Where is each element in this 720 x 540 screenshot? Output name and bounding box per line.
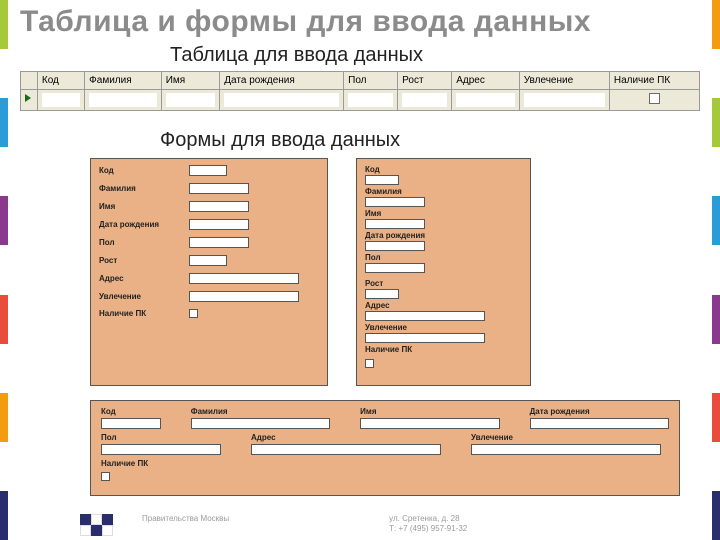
field-familia[interactable] (189, 183, 249, 194)
checkbox-pk-form-w[interactable] (101, 472, 110, 481)
label-adres: Адрес (99, 274, 189, 283)
table-header-row: Код Фамилия Имя Дата рождения Пол Рост А… (21, 71, 700, 89)
field-imya[interactable] (189, 201, 249, 212)
field-rost[interactable] (189, 255, 227, 266)
label-adres-w: Адрес (251, 433, 441, 442)
label-uvlechenie-b: Увлечение (365, 323, 522, 332)
input-rost[interactable] (402, 93, 447, 107)
col-pol: Пол (344, 71, 398, 89)
label-rost: Рост (99, 256, 189, 265)
checkbox-pk-form-a[interactable] (189, 309, 198, 318)
input-imya[interactable] (166, 93, 216, 107)
slide-footer: Правительства Москвы ул. Сретенка, д. 28… (80, 514, 680, 536)
col-kod: Код (37, 71, 84, 89)
label-pk-b: Наличие ПК (365, 345, 522, 354)
field-uvlechenie[interactable] (189, 291, 299, 302)
label-pol-b: Пол (365, 253, 522, 262)
col-uvlechenie: Увлечение (519, 71, 609, 89)
label-data: Дата рождения (99, 220, 189, 229)
input-familia[interactable] (89, 93, 157, 107)
checkbox-pk-form-b[interactable] (365, 359, 374, 368)
forms-section-heading: Формы для ввода данных (160, 129, 700, 152)
label-familia-w: Фамилия (191, 407, 330, 416)
label-uvlechenie: Увлечение (99, 292, 189, 301)
form-tabular: Код Фамилия Имя Дата рождения Пол Адрес … (90, 400, 680, 496)
label-kod: Код (99, 166, 189, 175)
label-data-w: Дата рождения (530, 407, 669, 416)
label-adres-b: Адрес (365, 301, 522, 310)
field-adres[interactable] (189, 273, 299, 284)
data-entry-table: Код Фамилия Имя Дата рождения Пол Рост А… (20, 71, 700, 111)
input-data[interactable] (224, 93, 339, 107)
field-pol[interactable] (189, 237, 249, 248)
label-imya-b: Имя (365, 209, 522, 218)
field-uvlechenie-b[interactable] (365, 333, 485, 343)
field-kod-b[interactable] (365, 175, 399, 185)
label-kod-b: Код (365, 165, 522, 174)
logo-icon (80, 514, 128, 536)
field-uvlechenie-w[interactable] (471, 444, 661, 455)
row-selector-icon[interactable] (21, 89, 38, 110)
table-row[interactable] (21, 89, 700, 110)
field-data-w[interactable] (530, 418, 669, 429)
col-pk: Наличие ПК (609, 71, 699, 89)
page-title: Таблица и формы для ввода данных (20, 6, 700, 38)
label-kod-w: Код (101, 407, 161, 416)
label-familia: Фамилия (99, 184, 189, 193)
field-adres-b[interactable] (365, 311, 485, 321)
label-imya: Имя (99, 202, 189, 211)
label-data-b: Дата рождения (365, 231, 522, 240)
footer-addr: ул. Сретенка, д. 28 (389, 514, 467, 524)
col-adres: Адрес (452, 71, 520, 89)
form-columnar: Код Фамилия Имя Дата рождения Пол Рост А… (90, 158, 328, 386)
field-imya-w[interactable] (360, 418, 499, 429)
label-pk-w: Наличие ПК (101, 459, 148, 468)
label-pk: Наличие ПК (99, 309, 189, 318)
field-rost-b[interactable] (365, 289, 399, 299)
field-kod-w[interactable] (101, 418, 161, 429)
field-pol-w[interactable] (101, 444, 221, 455)
input-pol[interactable] (348, 93, 393, 107)
input-uvlechenie[interactable] (524, 93, 605, 107)
col-familia: Фамилия (85, 71, 162, 89)
col-data: Дата рождения (220, 71, 344, 89)
footer-tel: Т: +7 (495) 957-91-32 (389, 524, 467, 534)
label-uvlechenie-w: Увлечение (471, 433, 661, 442)
col-rost: Рост (398, 71, 452, 89)
field-adres-w[interactable] (251, 444, 441, 455)
field-data-b[interactable] (365, 241, 425, 251)
field-data[interactable] (189, 219, 249, 230)
input-kod[interactable] (42, 93, 80, 107)
label-pol: Пол (99, 238, 189, 247)
col-imya: Имя (161, 71, 220, 89)
label-familia-b: Фамилия (365, 187, 522, 196)
checkbox-pk[interactable] (649, 93, 660, 104)
label-rost-b: Рост (365, 279, 522, 288)
table-section-heading: Таблица для ввода данных (170, 44, 700, 67)
field-pol-b[interactable] (365, 263, 425, 273)
label-imya-w: Имя (360, 407, 499, 416)
label-pol-w: Пол (101, 433, 221, 442)
field-imya-b[interactable] (365, 219, 425, 229)
field-kod[interactable] (189, 165, 227, 176)
form-stacked: Код Фамилия Имя Дата рождения Пол Рост А… (356, 158, 531, 386)
field-familia-w[interactable] (191, 418, 330, 429)
field-familia-b[interactable] (365, 197, 425, 207)
input-adres[interactable] (456, 93, 515, 107)
footer-org: Правительства Москвы (142, 514, 229, 524)
